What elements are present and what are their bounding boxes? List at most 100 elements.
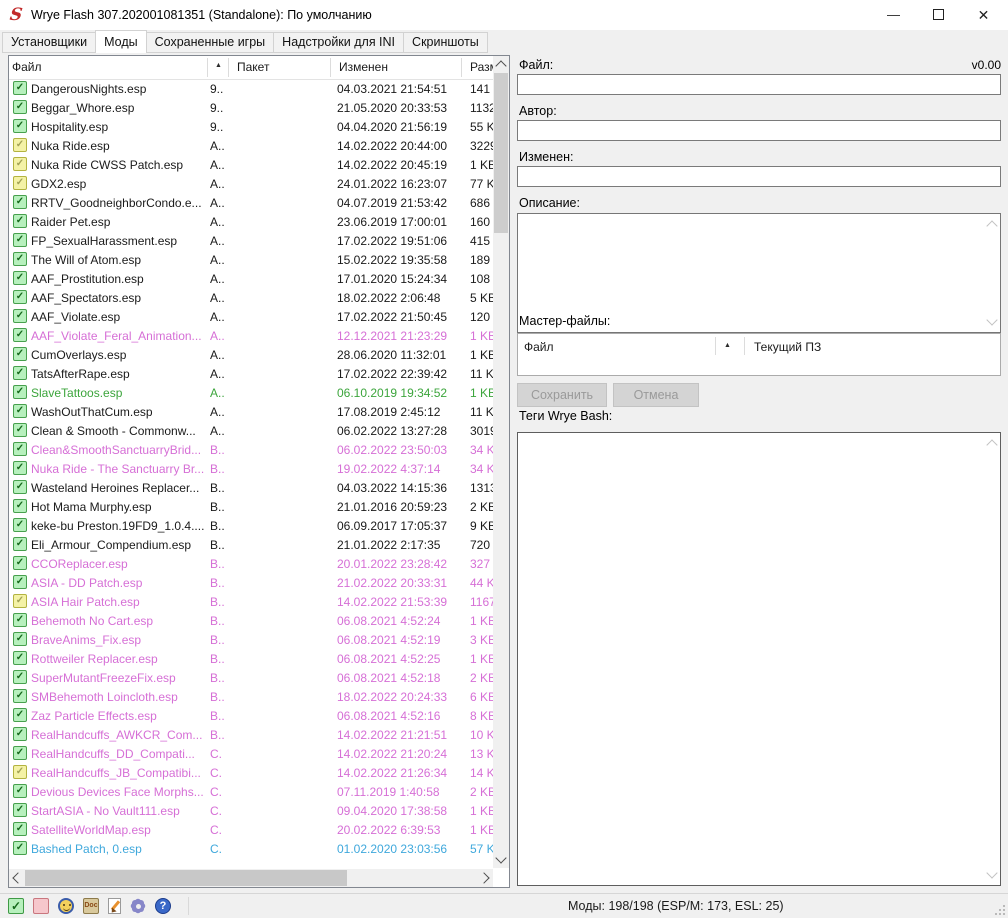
mod-checkbox[interactable]: ✓ [13,404,27,418]
mod-checkbox[interactable]: ✓ [13,119,27,133]
table-row[interactable]: ✓SlaveTattoos.espA..06.10.2019 19:34:521… [9,383,493,402]
table-row[interactable]: ✓DangerousNights.esp9..04.03.2021 21:54:… [9,79,493,98]
tab-saves[interactable]: Сохраненные игры [147,32,275,53]
cancel-button[interactable]: Отмена [613,383,699,407]
table-row[interactable]: ✓Clean & Smooth - Commonw...A..06.02.202… [9,421,493,440]
mod-checkbox[interactable]: ✓ [13,195,27,209]
resize-grip[interactable] [995,905,1005,915]
table-row[interactable]: ✓Eli_Armour_Compendium.espB..21.01.2022 … [9,535,493,554]
mod-checkbox[interactable]: ✓ [13,556,27,570]
mod-checkbox[interactable]: ✓ [13,366,27,380]
table-row[interactable]: ✓CCOReplacer.espB..20.01.2022 23:28:4232… [9,554,493,573]
scroll-up-icon[interactable] [986,220,997,231]
mod-checkbox[interactable]: ✓ [13,746,27,760]
column-header-file[interactable]: Файл [12,60,42,74]
table-row[interactable]: ✓Devious Devices Face Morphs...C.07.11.2… [9,782,493,801]
table-row[interactable]: ✓WashOutThatCum.espA..17.08.2019 2:45:12… [9,402,493,421]
mod-checkbox[interactable]: ✓ [13,214,27,228]
mod-checkbox[interactable]: ✓ [13,290,27,304]
vaultboy-icon[interactable] [58,898,74,914]
table-row[interactable]: ✓GDX2.espA..24.01.2022 16:23:0777 K [9,174,493,193]
table-row[interactable]: ✓Clean&SmoothSanctuarryBrid...B..06.02.2… [9,440,493,459]
masters-column-load-order[interactable]: Текущий ПЗ [754,340,821,354]
table-row[interactable]: ✓FP_SexualHarassment.espA..17.02.2022 19… [9,231,493,250]
mod-checkbox[interactable]: ✓ [13,309,27,323]
table-row[interactable]: ✓Raider Pet.espA..23.06.2019 17:00:01160 [9,212,493,231]
table-row[interactable]: ✓Bashed Patch, 0.espC.01.02.2020 23:03:5… [9,839,493,858]
table-row[interactable]: ✓Beggar_Whore.esp9..21.05.2020 20:33:531… [9,98,493,117]
save-button[interactable]: Сохранить [517,383,607,407]
mod-checkbox[interactable]: ✓ [13,423,27,437]
table-row[interactable]: ✓Hot Mama Murphy.espB..21.01.2016 20:59:… [9,497,493,516]
scroll-down-icon[interactable] [986,314,997,325]
horizontal-scrollbar[interactable] [9,869,493,887]
green-checkbox-icon[interactable]: ✓ [8,898,24,914]
vertical-scrollbar[interactable] [493,56,509,868]
mod-checkbox[interactable]: ✓ [13,518,27,532]
mod-checkbox[interactable]: ✓ [13,651,27,665]
mod-checkbox[interactable]: ✓ [13,442,27,456]
edit-page-icon[interactable] [108,898,121,914]
table-row[interactable]: ✓ASIA - DD Patch.espB..21.02.2022 20:33:… [9,573,493,592]
mod-checkbox[interactable]: ✓ [13,613,27,627]
modified-input[interactable] [517,166,1001,187]
scroll-up-icon[interactable] [495,60,506,71]
mod-checkbox[interactable]: ✓ [13,670,27,684]
table-row[interactable]: ✓Behemoth No Cart.espB..06.08.2021 4:52:… [9,611,493,630]
table-row[interactable]: ✓Nuka Ride - The Sanctuarry Br...B..19.0… [9,459,493,478]
scroll-right-icon[interactable] [478,872,489,883]
column-header-package[interactable]: Пакет [237,60,269,74]
scroll-up-icon[interactable] [986,439,997,450]
sort-ascending-icon[interactable]: ▲ [724,342,731,349]
mod-checkbox[interactable]: ✓ [13,81,27,95]
table-row[interactable]: ✓The Will of Atom.espA..15.02.2022 19:35… [9,250,493,269]
scroll-down-icon[interactable] [986,867,997,878]
minimize-button[interactable]: — [871,0,916,30]
tab-screenshots[interactable]: Скриншоты [404,32,488,53]
mod-checkbox[interactable]: ✓ [13,271,27,285]
scroll-down-icon[interactable] [495,852,506,863]
author-input[interactable] [517,120,1001,141]
mod-checkbox[interactable]: ✓ [13,537,27,551]
mod-checkbox[interactable]: ✓ [13,689,27,703]
mod-checkbox[interactable]: ✓ [13,100,27,114]
mod-checkbox[interactable]: ✓ [13,727,27,741]
sort-ascending-icon[interactable]: ▲ [215,62,222,69]
table-row[interactable]: ✓AAF_Spectators.espA..18.02.2022 2:06:48… [9,288,493,307]
vertical-scroll-thumb[interactable] [494,73,508,233]
table-row[interactable]: ✓CumOverlays.espA..28.06.2020 11:32:011 … [9,345,493,364]
tab-installers[interactable]: Установщики [2,32,96,53]
table-row[interactable]: ✓BraveAnims_Fix.espB..06.08.2021 4:52:19… [9,630,493,649]
tab-ini-edits[interactable]: Надстройки для INI [274,32,404,53]
table-row[interactable]: ✓RealHandcuffs_AWKCR_Com...B..14.02.2022… [9,725,493,744]
mod-checkbox[interactable]: ✓ [13,461,27,475]
table-row[interactable]: ✓RRTV_GoodneighborCondo.e...A..04.07.201… [9,193,493,212]
doc-browser-icon[interactable]: Doc [83,898,99,914]
table-row[interactable]: ✓SuperMutantFreezeFix.espB..06.08.2021 4… [9,668,493,687]
mod-checkbox[interactable]: ✓ [13,841,27,855]
mod-checkbox[interactable]: ✓ [13,480,27,494]
mod-checkbox[interactable]: ✓ [13,138,27,152]
mod-checkbox[interactable]: ✓ [13,575,27,589]
mod-checkbox[interactable]: ✓ [13,822,27,836]
scroll-left-icon[interactable] [12,872,23,883]
table-row[interactable]: ✓Nuka Ride CWSS Patch.espA..14.02.2022 2… [9,155,493,174]
mod-checkbox[interactable]: ✓ [13,252,27,266]
table-row[interactable]: ✓StartASIA - No Vault111.espC.09.04.2020… [9,801,493,820]
table-row[interactable]: ✓Wasteland Heroines Replacer...B..04.03.… [9,478,493,497]
table-row[interactable]: ✓AAF_Violate.espA..17.02.2022 21:50:4512… [9,307,493,326]
table-row[interactable]: ✓Hospitality.esp9..04.04.2020 21:56:1955… [9,117,493,136]
settings-gear-icon[interactable] [130,898,146,914]
table-row[interactable]: ✓ASIA Hair Patch.espB..14.02.2022 21:53:… [9,592,493,611]
table-row[interactable]: ✓SMBehemoth Loincloth.espB..18.02.2022 2… [9,687,493,706]
horizontal-scroll-thumb[interactable] [25,870,347,886]
tab-mods[interactable]: Моды [95,30,147,53]
bash-tags-textarea[interactable] [517,432,1001,886]
help-icon[interactable]: ? [155,898,171,914]
mod-checkbox[interactable]: ✓ [13,328,27,342]
mod-checkbox[interactable]: ✓ [13,708,27,722]
table-row[interactable]: ✓SatelliteWorldMap.espC.20.02.2022 6:39:… [9,820,493,839]
mod-checkbox[interactable]: ✓ [13,784,27,798]
mod-checkbox[interactable]: ✓ [13,765,27,779]
column-header-modified[interactable]: Изменен [339,60,388,74]
